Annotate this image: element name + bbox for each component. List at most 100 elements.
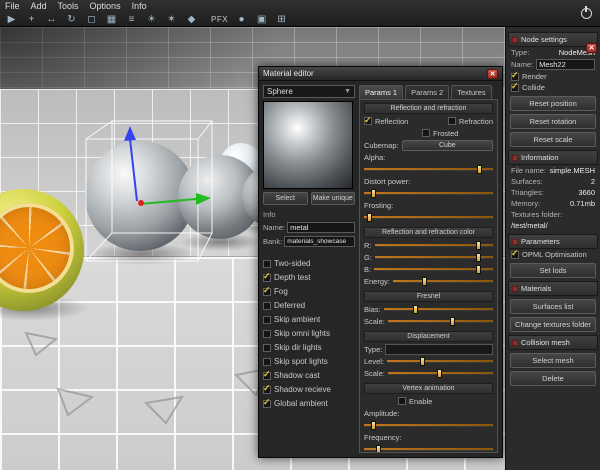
node-name-input[interactable] bbox=[536, 59, 595, 70]
select-tool-icon[interactable]: ▶ bbox=[5, 13, 18, 26]
physics-icon[interactable]: ⊞ bbox=[275, 13, 288, 26]
close-icon[interactable]: ✕ bbox=[586, 43, 597, 53]
information-title: Information bbox=[521, 153, 559, 162]
list-icon[interactable]: ≡ bbox=[125, 13, 138, 26]
menu-tools[interactable]: Tools bbox=[58, 1, 79, 12]
deferred-checkbox[interactable] bbox=[263, 301, 271, 310]
reflection-checkbox[interactable] bbox=[364, 115, 372, 126]
flag-shadow-cast[interactable]: Shadow cast bbox=[263, 369, 355, 381]
cubemap-label: Cubemap: bbox=[364, 140, 399, 150]
cubemap-button[interactable]: Cube bbox=[401, 139, 493, 151]
delete-button[interactable]: Delete bbox=[510, 371, 596, 386]
flag-skip-spot-lights[interactable]: Skip spot lights bbox=[263, 356, 355, 367]
flag-global-ambient[interactable]: Global ambient bbox=[263, 397, 355, 409]
depth-test-checkbox[interactable] bbox=[263, 271, 271, 282]
info-value: 0.71mb bbox=[569, 199, 595, 208]
flag-fog[interactable]: Fog bbox=[263, 285, 355, 297]
reset-rotation-button[interactable]: Reset rotation bbox=[510, 114, 596, 129]
energy-slider[interactable] bbox=[392, 276, 493, 286]
displacement-scale-slider[interactable] bbox=[387, 368, 493, 378]
flag-skip-ambient[interactable]: Skip ambient bbox=[263, 314, 355, 325]
collide-checkbox[interactable] bbox=[511, 81, 519, 92]
distort-power-slider[interactable] bbox=[364, 188, 493, 198]
section-bullet-icon bbox=[512, 339, 518, 346]
material-name-input[interactable] bbox=[287, 222, 355, 233]
displacement-type-field[interactable] bbox=[385, 343, 493, 355]
shadow-cast-checkbox[interactable] bbox=[263, 369, 271, 380]
flag-deferred[interactable]: Deferred bbox=[263, 300, 355, 311]
opml-flag-row[interactable]: OPML Optimisation bbox=[508, 248, 598, 260]
reset-position-button[interactable]: Reset position bbox=[510, 96, 596, 111]
preview-shape-value: Sphere bbox=[267, 87, 293, 96]
light-icon[interactable]: ☀ bbox=[145, 13, 158, 26]
scale-tool-icon[interactable]: ◻ bbox=[85, 13, 98, 26]
skip-omni-lights-checkbox[interactable] bbox=[263, 329, 271, 338]
menu-add[interactable]: Add bbox=[31, 1, 47, 12]
change-textures-folder-button[interactable]: Change textures folder bbox=[510, 317, 596, 332]
tab-params-2[interactable]: Params 2 bbox=[405, 85, 450, 99]
reflection-section-header: Reflection and refraction bbox=[364, 103, 493, 114]
level-slider[interactable] bbox=[387, 356, 493, 366]
material-bank-input[interactable] bbox=[284, 236, 355, 247]
flag-shadow-recieve[interactable]: Shadow recieve bbox=[263, 383, 355, 395]
surfaces-list-button[interactable]: Surfaces list bbox=[510, 299, 596, 314]
select-button[interactable]: Select bbox=[263, 192, 308, 205]
refraction-checkbox[interactable] bbox=[447, 117, 456, 125]
menu-info[interactable]: Info bbox=[132, 1, 147, 12]
select-mesh-button[interactable]: Select mesh bbox=[510, 353, 596, 368]
material-name-label: Name: bbox=[263, 223, 286, 232]
fog-checkbox[interactable] bbox=[263, 285, 271, 296]
flag-depth-test[interactable]: Depth test bbox=[263, 271, 355, 283]
opml-checkbox[interactable] bbox=[511, 248, 519, 259]
r-slider-row: R: bbox=[364, 240, 493, 250]
rotate-tool-icon[interactable]: ↻ bbox=[65, 13, 78, 26]
shadow-recieve-checkbox[interactable] bbox=[263, 383, 271, 394]
flag-two-sided[interactable]: Two-sided bbox=[263, 258, 355, 269]
frequency-slider[interactable] bbox=[364, 444, 493, 452]
amplitude-slider[interactable] bbox=[364, 420, 493, 430]
power-icon[interactable] bbox=[581, 6, 592, 19]
skip-dir-lights-checkbox[interactable] bbox=[263, 343, 271, 352]
material-icon[interactable]: ◆ bbox=[185, 13, 198, 26]
r-slider[interactable] bbox=[374, 240, 493, 250]
flag-label: Shadow cast bbox=[274, 371, 320, 380]
flag-skip-omni-lights[interactable]: Skip omni lights bbox=[263, 328, 355, 339]
two-sided-checkbox[interactable] bbox=[263, 259, 271, 268]
collide-flag-row[interactable]: Collide bbox=[508, 81, 598, 93]
vertex-animation-section-header: Vertex animation bbox=[364, 383, 493, 394]
menu-file[interactable]: File bbox=[5, 1, 20, 12]
b-slider[interactable] bbox=[374, 264, 493, 274]
frosted-checkbox[interactable] bbox=[422, 129, 430, 137]
render-checkbox[interactable] bbox=[511, 70, 519, 81]
close-icon[interactable]: ✕ bbox=[487, 68, 498, 79]
render-icon[interactable]: ● bbox=[235, 13, 248, 26]
tab-params-1[interactable]: Params 1 bbox=[359, 85, 404, 99]
level-label: Level: bbox=[364, 356, 385, 366]
material-editor-titlebar[interactable]: Material editor ✕ bbox=[259, 67, 502, 81]
enable-checkbox[interactable] bbox=[398, 397, 406, 405]
mesh-icon[interactable]: ▣ bbox=[255, 13, 268, 26]
distort-slider-row bbox=[364, 188, 493, 198]
tab-textures[interactable]: Textures bbox=[451, 85, 492, 99]
alpha-slider[interactable] bbox=[364, 164, 493, 174]
render-flag-row[interactable]: Render bbox=[508, 70, 598, 82]
global-ambient-checkbox[interactable] bbox=[263, 397, 271, 408]
preview-shape-dropdown[interactable]: Sphere ▼ bbox=[263, 85, 355, 98]
fresnel-scale-slider[interactable] bbox=[387, 316, 493, 326]
add-node-icon[interactable]: + bbox=[25, 13, 38, 26]
make-unique-button[interactable]: Make unique bbox=[310, 192, 355, 205]
fresnel-section-header: Fresnel bbox=[364, 291, 493, 302]
g-slider[interactable] bbox=[374, 252, 493, 262]
menu-options[interactable]: Options bbox=[90, 1, 121, 12]
reset-scale-button[interactable]: Reset scale bbox=[510, 132, 596, 147]
particles-icon[interactable]: ✶ bbox=[165, 13, 178, 26]
skip-ambient-checkbox[interactable] bbox=[263, 315, 271, 324]
move-tool-icon[interactable]: ↔ bbox=[45, 13, 58, 26]
set-lods-button[interactable]: Set lods bbox=[510, 263, 596, 278]
info-label: File name: bbox=[511, 166, 547, 175]
skip-spot-lights-checkbox[interactable] bbox=[263, 357, 271, 366]
flag-skip-dir-lights[interactable]: Skip dir lights bbox=[263, 342, 355, 353]
bias-slider[interactable] bbox=[383, 304, 493, 314]
frosting-slider[interactable] bbox=[364, 212, 493, 222]
grid-icon[interactable]: ▦ bbox=[105, 13, 118, 26]
